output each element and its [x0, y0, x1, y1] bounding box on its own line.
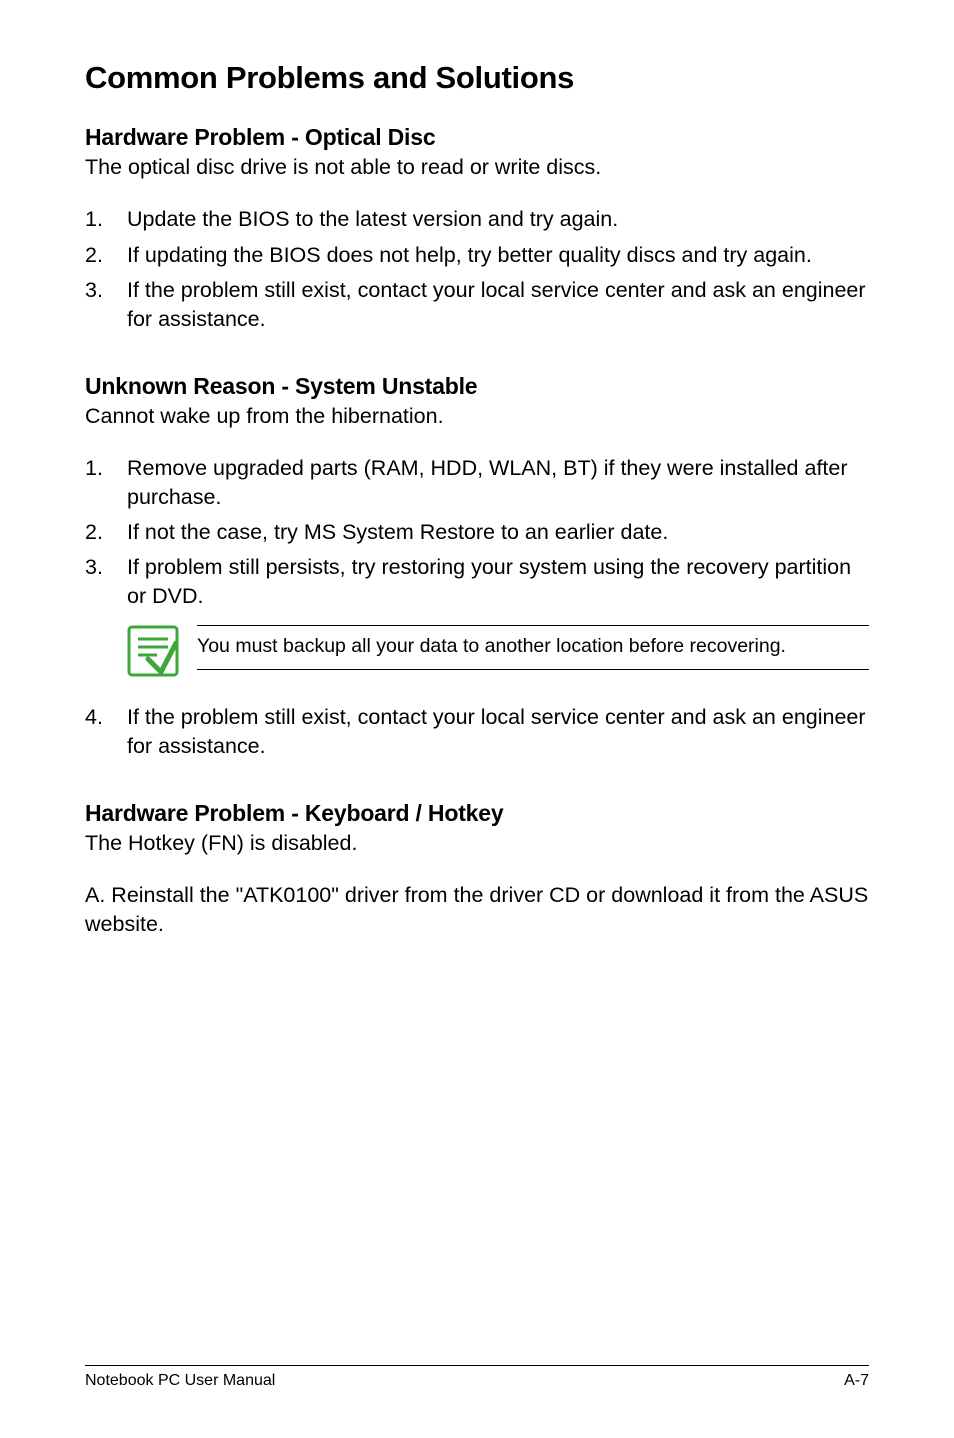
list-item: 3. If the problem still exist, contact y…	[85, 276, 869, 333]
note-icon	[127, 625, 179, 677]
intro-keyboard-hotkey: The Hotkey (FN) is disabled.	[85, 829, 869, 857]
list-number: 2.	[85, 518, 127, 546]
subheading-system-unstable: Unknown Reason - System Unstable	[85, 373, 869, 400]
list-item: 2. If updating the BIOS does not help, t…	[85, 241, 869, 269]
list-item: 1. Remove upgraded parts (RAM, HDD, WLAN…	[85, 454, 869, 511]
list-content: Update the BIOS to the latest version an…	[127, 205, 869, 233]
list-number: 1.	[85, 205, 127, 233]
list-system-unstable-post: 4. If the problem still exist, contact y…	[85, 703, 869, 760]
list-content: If the problem still exist, contact your…	[127, 703, 869, 760]
section-optical-disc: Hardware Problem - Optical Disc The opti…	[85, 124, 869, 333]
list-number: 3.	[85, 553, 127, 610]
list-item: 3. If problem still persists, try restor…	[85, 553, 869, 610]
page-title: Common Problems and Solutions	[85, 60, 869, 96]
list-system-unstable-pre: 1. Remove upgraded parts (RAM, HDD, WLAN…	[85, 454, 869, 610]
intro-system-unstable: Cannot wake up from the hibernation.	[85, 402, 869, 430]
footer-left: Notebook PC User Manual	[85, 1372, 275, 1390]
list-number: 1.	[85, 454, 127, 511]
list-content: If the problem still exist, contact your…	[127, 276, 869, 333]
list-optical-disc: 1. Update the BIOS to the latest version…	[85, 205, 869, 333]
section-keyboard-hotkey: Hardware Problem - Keyboard / Hotkey The…	[85, 800, 869, 938]
list-item: 2. If not the case, try MS System Restor…	[85, 518, 869, 546]
list-item: 1. Update the BIOS to the latest version…	[85, 205, 869, 233]
list-item: 4. If the problem still exist, contact y…	[85, 703, 869, 760]
list-number: 2.	[85, 241, 127, 269]
subheading-optical-disc: Hardware Problem - Optical Disc	[85, 124, 869, 151]
subheading-keyboard-hotkey: Hardware Problem - Keyboard / Hotkey	[85, 800, 869, 827]
note-block: You must backup all your data to another…	[127, 617, 869, 685]
section-system-unstable: Unknown Reason - System Unstable Cannot …	[85, 373, 869, 760]
list-content: Remove upgraded parts (RAM, HDD, WLAN, B…	[127, 454, 869, 511]
footer-right: A-7	[844, 1372, 869, 1390]
list-content: If not the case, try MS System Restore t…	[127, 518, 869, 546]
list-number: 3.	[85, 276, 127, 333]
intro-optical-disc: The optical disc drive is not able to re…	[85, 153, 869, 181]
list-content: If problem still persists, try restoring…	[127, 553, 869, 610]
note-text: You must backup all your data to another…	[197, 625, 869, 670]
list-number: 4.	[85, 703, 127, 760]
page-footer: Notebook PC User Manual A-7	[85, 1365, 869, 1390]
para-keyboard-hotkey: A. Reinstall the "ATK0100" driver from t…	[85, 881, 869, 938]
list-content: If updating the BIOS does not help, try …	[127, 241, 869, 269]
